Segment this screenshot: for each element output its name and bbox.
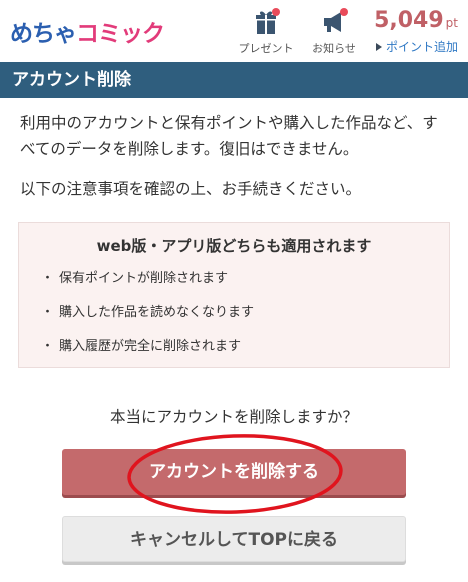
logo-text: めちゃコミック [10, 14, 165, 48]
site-logo[interactable]: めちゃコミック [10, 14, 165, 48]
points-amount: 5,049 pt [374, 8, 458, 36]
confirm-question: 本当にアカウントを削除しますか？ [109, 408, 358, 426]
notice-item: ・購入履歴が完全に削除されます [41, 337, 254, 371]
megaphone-icon [319, 8, 349, 36]
logo-part-2: コミック [76, 21, 165, 47]
notice-label: お知らせ [312, 42, 356, 55]
notice-item-text: 保有ポイントが削除されます [59, 271, 229, 286]
points-display: 5,049 pt ポイント追加 [374, 8, 458, 55]
cancel-button[interactable]: キャンセルしてTOPに戻る [62, 516, 406, 562]
delete-account-button[interactable]: アカウントを削除する [62, 449, 406, 495]
bullet: ・ [41, 271, 55, 286]
notice-item: ・保有ポイントが削除されます [41, 269, 254, 303]
notice-item-text: 購入した作品を読めなくなります [59, 305, 255, 320]
points-value: 5,049 [374, 8, 444, 33]
notice-item: ・購入した作品を読めなくなります [41, 303, 254, 337]
notice-badge-dot [340, 8, 348, 16]
bullet: ・ [41, 339, 55, 354]
page-instruction: 以下の注意事項を確認の上、お手続きください。 [20, 180, 362, 198]
points-unit: pt [445, 16, 458, 30]
add-points-label: ポイント追加 [385, 40, 458, 54]
page-description: 利用中のアカウントと保有ポイントや購入した作品など、すべてのデータを削除します。… [20, 114, 438, 158]
present-badge-dot [272, 8, 280, 16]
present-label: プレゼント [238, 42, 294, 55]
logo-part-1: めちゃ [10, 21, 77, 47]
bullet: ・ [41, 305, 55, 320]
notice-item-text: 購入履歴が完全に削除されます [59, 339, 242, 354]
triangle-right-icon [375, 43, 382, 51]
add-points-link[interactable]: ポイント追加 [374, 38, 458, 55]
notice-button[interactable]: お知らせ [302, 8, 366, 58]
present-button[interactable]: プレゼント [234, 8, 298, 58]
delete-account-label: アカウントを削除する [149, 462, 319, 482]
notice-box: web版・アプリ版どちらも適用されます ・保有ポイントが削除されます ・購入した… [18, 222, 450, 368]
app-header: めちゃコミック プレゼント お知らせ 5,049 pt ポイント追加 [0, 0, 468, 62]
page-title: アカウント削除 [0, 62, 468, 98]
notice-title: web版・アプリ版どちらも適用されます [96, 237, 372, 255]
cancel-label: キャンセルしてTOPに戻る [130, 530, 338, 550]
notice-list: ・保有ポイントが削除されます ・購入した作品を読めなくなります ・購入履歴が完全… [41, 269, 254, 371]
gift-icon [251, 8, 281, 36]
